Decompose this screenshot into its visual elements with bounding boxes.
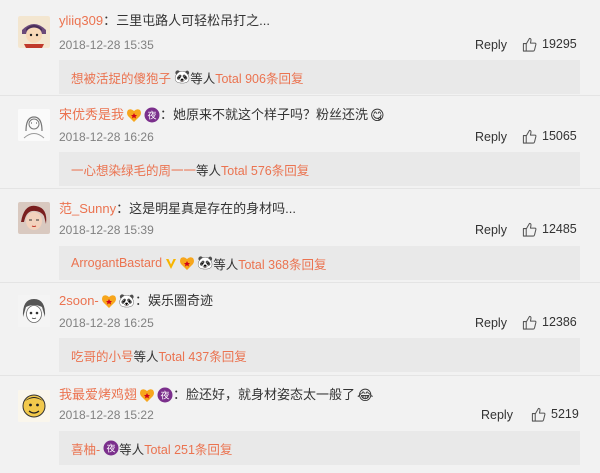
comment-text: 这是明星真是存在的身材吗... (129, 201, 296, 216)
others-label: 等人 (196, 163, 222, 178)
username-link[interactable]: 2soon- (59, 292, 99, 310)
replies-summary[interactable]: ArrogantBastard 🐼 等人 Total 368条回复 (59, 246, 580, 280)
svg-text:夜: 夜 (148, 110, 157, 122)
comment-text: 她原来不就这个样子吗？粉丝还洗 (173, 107, 369, 122)
like-button[interactable]: 19295 (522, 36, 577, 52)
reply-user-link[interactable]: 想被活捉的傻狍子 (71, 68, 171, 87)
svg-text:夜: 夜 (161, 390, 170, 402)
replies-summary[interactable]: 喜柚- 夜 等人 Total 251条回复 (59, 431, 580, 465)
timestamp: 2018-12-28 16:26 (59, 130, 154, 144)
others-label: 等人 (119, 442, 145, 457)
comment-text: 三里屯路人可轻松吊打之... (116, 13, 270, 28)
timestamp: 2018-12-28 15:22 (59, 408, 154, 422)
comment-line: yliiq309 ： 三里屯路人可轻松吊打之... (59, 12, 270, 30)
svg-text:夜: 夜 (107, 443, 116, 455)
thumbs-up-icon (522, 37, 537, 52)
colon: ： (160, 107, 174, 122)
vip-badge-icon (126, 107, 142, 123)
total-replies-link[interactable]: Total 576条回复 (221, 160, 309, 179)
colon: ： (134, 293, 148, 308)
others-label: 等人 (213, 257, 239, 272)
panda-emoji-icon: 🐼 (174, 69, 191, 84)
comment-text: 娱乐圈奇迹 (147, 293, 213, 308)
user-avatar[interactable] (18, 16, 50, 48)
comment-line: 我最爱烤鸡翅 夜 ： 脸还好，就身材姿态太一般了 😂 (59, 386, 373, 404)
night-badge-icon: 夜 (144, 107, 160, 123)
like-button[interactable]: 15065 (522, 128, 577, 144)
emoji-icon: 😋 (370, 107, 385, 123)
thumbs-up-icon (531, 407, 546, 422)
comment-item: yliiq309 ： 三里屯路人可轻松吊打之... 2018-12-28 15:… (0, 0, 600, 95)
comment-text: 脸还好，就身材姿态太一般了 (186, 387, 356, 402)
reply-button[interactable]: Reply (475, 37, 507, 53)
total-replies-link[interactable]: Total 251条回复 (144, 439, 232, 458)
colon: ： (173, 387, 187, 402)
emoji-icon: 😂 (357, 387, 374, 403)
like-count: 12386 (542, 315, 577, 329)
username-link[interactable]: 我最爱烤鸡翅 (59, 386, 137, 404)
reply-user-link[interactable]: ArrogantBastard (71, 256, 162, 270)
panda-emoji-icon: 🐼 (197, 255, 214, 270)
comment-item: 2soon- 🐼 ： 娱乐圈奇迹 2018-12-28 16:25 Reply … (0, 283, 600, 375)
thumbs-up-icon (522, 222, 537, 237)
user-avatar[interactable] (18, 202, 50, 234)
comment-line: 范_Sunny ： 这是明星真是存在的身材吗... (59, 200, 296, 218)
reply-user-link[interactable]: 吃哥的小号 (71, 346, 134, 365)
reply-button[interactable]: Reply (481, 407, 513, 423)
comment-line: 宋优秀是我 夜 ： 她原来不就这个样子吗？粉丝还洗 😋 (59, 106, 385, 124)
replies-summary[interactable]: 一心想染绿毛的周一一 等人 Total 576条回复 (59, 152, 580, 186)
timestamp: 2018-12-28 15:35 (59, 38, 154, 52)
verified-v-icon (165, 257, 177, 270)
timestamp: 2018-12-28 16:25 (59, 316, 154, 330)
panda-emoji-icon: 🐼 (118, 293, 135, 308)
like-count: 19295 (542, 37, 577, 51)
like-button[interactable]: 12485 (522, 221, 577, 237)
total-replies-link[interactable]: Total 368条回复 (238, 254, 326, 273)
like-count: 15065 (542, 129, 577, 143)
night-badge-icon: 夜 (157, 387, 173, 403)
comment-item: 我最爱烤鸡翅 夜 ： 脸还好，就身材姿态太一般了 😂 2018-12-28 15… (0, 376, 600, 473)
reply-user-link[interactable]: 喜柚- (71, 439, 100, 458)
user-avatar[interactable] (18, 109, 50, 141)
others-label: 等人 (133, 349, 159, 364)
reply-button[interactable]: Reply (475, 222, 507, 238)
reply-button[interactable]: Reply (475, 315, 507, 331)
reply-button[interactable]: Reply (475, 129, 507, 145)
comment-item: 宋优秀是我 夜 ： 她原来不就这个样子吗？粉丝还洗 😋 2018-12-28 1… (0, 96, 600, 188)
timestamp: 2018-12-28 15:39 (59, 223, 154, 237)
username-link[interactable]: 范_Sunny (59, 200, 116, 218)
username-link[interactable]: yliiq309 (59, 12, 103, 30)
comment-line: 2soon- 🐼 ： 娱乐圈奇迹 (59, 292, 213, 310)
total-replies-link[interactable]: Total 437条回复 (159, 346, 247, 365)
vip-badge-icon (139, 387, 155, 403)
total-replies-link[interactable]: Total 906条回复 (215, 68, 303, 87)
user-avatar[interactable] (18, 390, 50, 422)
thumbs-up-icon (522, 129, 537, 144)
reply-user-link[interactable]: 一心想染绿毛的周一一 (71, 160, 196, 179)
colon: ： (116, 201, 130, 216)
like-button[interactable]: 12386 (522, 314, 577, 330)
user-avatar[interactable] (18, 295, 50, 327)
replies-summary[interactable]: 想被活捉的傻狍子 🐼 等人 Total 906条回复 (59, 60, 580, 94)
like-count: 5219 (551, 407, 579, 421)
vip-badge-icon (101, 293, 117, 309)
comment-item: 范_Sunny ： 这是明星真是存在的身材吗... 2018-12-28 15:… (0, 189, 600, 282)
replies-summary[interactable]: 吃哥的小号 等人 Total 437条回复 (59, 338, 580, 372)
username-link[interactable]: 宋优秀是我 (59, 106, 124, 124)
others-label: 等人 (190, 71, 216, 86)
like-count: 12485 (542, 222, 577, 236)
like-button[interactable]: 5219 (531, 406, 579, 422)
vip-badge-icon (179, 255, 195, 271)
thumbs-up-icon (522, 315, 537, 330)
colon: ： (103, 13, 117, 28)
night-badge-icon: 夜 (103, 440, 119, 456)
